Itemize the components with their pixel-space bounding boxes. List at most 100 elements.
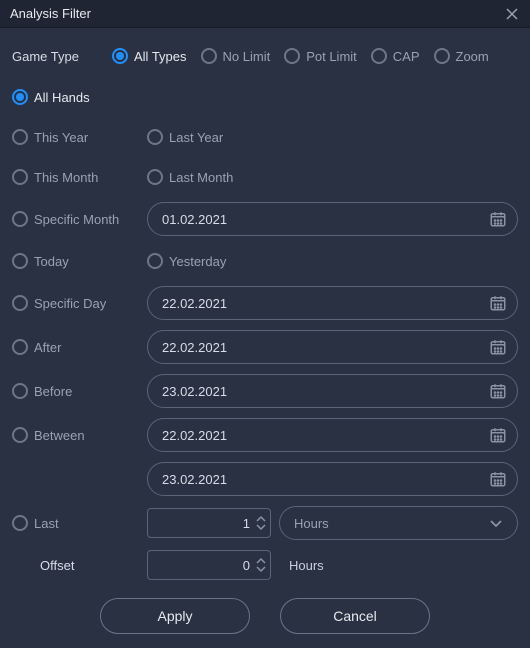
- spinner-buttons[interactable]: [256, 515, 266, 531]
- number-value: 0: [243, 558, 250, 573]
- close-button[interactable]: [502, 4, 522, 24]
- row-specific-month: Specific Month 01.02.2021: [12, 202, 518, 236]
- radio-icon: [201, 48, 217, 64]
- offset-unit-label: Hours: [289, 558, 324, 573]
- radio-icon: [12, 427, 28, 443]
- titlebar: Analysis Filter: [0, 0, 530, 28]
- calendar-icon: [489, 210, 507, 228]
- game-type-row: Game Type All Types No Limit Pot Limit C…: [12, 48, 518, 64]
- offset-input[interactable]: 0: [147, 550, 271, 580]
- last-amount-input[interactable]: 1: [147, 508, 271, 538]
- radio-label: After: [34, 340, 61, 355]
- radio-label: CAP: [393, 49, 420, 64]
- radio-icon: [284, 48, 300, 64]
- radio-icon: [434, 48, 450, 64]
- cancel-button[interactable]: Cancel: [280, 598, 430, 634]
- row-between-end: 23.02.2021: [12, 462, 518, 496]
- last-unit-select[interactable]: Hours: [279, 506, 518, 540]
- radio-icon: [147, 169, 163, 185]
- radio-icon: [12, 89, 28, 105]
- radio-label: Before: [34, 384, 72, 399]
- date-value: 22.02.2021: [162, 340, 227, 355]
- before-input[interactable]: 23.02.2021: [147, 374, 518, 408]
- radio-icon: [12, 211, 28, 227]
- calendar-icon: [489, 470, 507, 488]
- radio-last-month[interactable]: Last Month: [147, 169, 267, 185]
- radio-label: This Month: [34, 170, 98, 185]
- radio-label: Specific Month: [34, 212, 119, 227]
- radio-icon: [12, 129, 28, 145]
- radio-label: No Limit: [223, 49, 271, 64]
- chevron-up-icon: [256, 557, 266, 565]
- radio-last[interactable]: Last: [12, 515, 132, 531]
- calendar-icon: [489, 382, 507, 400]
- radio-icon: [12, 383, 28, 399]
- radio-icon: [12, 169, 28, 185]
- radio-label: Last Year: [169, 130, 223, 145]
- radio-last-year[interactable]: Last Year: [147, 129, 267, 145]
- radio-between[interactable]: Between: [12, 427, 132, 443]
- radio-specific-day[interactable]: Specific Day: [12, 295, 132, 311]
- radio-icon: [12, 339, 28, 355]
- date-value: 23.02.2021: [162, 472, 227, 487]
- specific-month-input[interactable]: 01.02.2021: [147, 202, 518, 236]
- row-year: This Year Last Year: [12, 122, 518, 152]
- specific-day-input[interactable]: 22.02.2021: [147, 286, 518, 320]
- row-today: Today Yesterday: [12, 246, 518, 276]
- offset-label: Offset: [12, 558, 147, 573]
- radio-yesterday[interactable]: Yesterday: [147, 253, 267, 269]
- radio-label: Today: [34, 254, 69, 269]
- between-end-input[interactable]: 23.02.2021: [147, 462, 518, 496]
- radio-label: All Types: [134, 49, 187, 64]
- radio-icon: [147, 129, 163, 145]
- row-last: Last 1 Hours: [12, 506, 518, 540]
- radio-icon: [12, 515, 28, 531]
- radio-after[interactable]: After: [12, 339, 132, 355]
- radio-label: This Year: [34, 130, 88, 145]
- radio-label: Between: [34, 428, 85, 443]
- radio-label: All Hands: [34, 90, 90, 105]
- radio-label: Last Month: [169, 170, 233, 185]
- calendar-icon: [489, 338, 507, 356]
- spinner-buttons[interactable]: [256, 557, 266, 573]
- radio-icon: [112, 48, 128, 64]
- radio-label: Pot Limit: [306, 49, 357, 64]
- radio-label: Last: [34, 516, 59, 531]
- radio-icon: [12, 295, 28, 311]
- date-value: 22.02.2021: [162, 428, 227, 443]
- apply-button[interactable]: Apply: [100, 598, 250, 634]
- radio-all-types[interactable]: All Types: [112, 48, 187, 64]
- radio-specific-month[interactable]: Specific Month: [12, 211, 132, 227]
- row-after: After 22.02.2021: [12, 330, 518, 364]
- between-start-input[interactable]: 22.02.2021: [147, 418, 518, 452]
- row-all-hands: All Hands: [12, 82, 518, 112]
- select-value: Hours: [294, 516, 329, 531]
- radio-all-hands[interactable]: All Hands: [12, 89, 90, 105]
- close-icon: [506, 8, 518, 20]
- date-value: 01.02.2021: [162, 212, 227, 227]
- radio-no-limit[interactable]: No Limit: [201, 48, 271, 64]
- row-specific-day: Specific Day 22.02.2021: [12, 286, 518, 320]
- row-between-start: Between 22.02.2021: [12, 418, 518, 452]
- radio-this-month[interactable]: This Month: [12, 169, 132, 185]
- row-offset: Offset 0 Hours: [12, 550, 518, 580]
- radio-label: Zoom: [456, 49, 489, 64]
- radio-icon: [12, 253, 28, 269]
- date-value: 22.02.2021: [162, 296, 227, 311]
- window-title: Analysis Filter: [10, 6, 91, 21]
- radio-zoom[interactable]: Zoom: [434, 48, 489, 64]
- button-label: Apply: [157, 608, 192, 624]
- button-label: Cancel: [333, 608, 377, 624]
- radio-cap[interactable]: CAP: [371, 48, 420, 64]
- chevron-up-icon: [256, 515, 266, 523]
- radio-before[interactable]: Before: [12, 383, 132, 399]
- radio-this-year[interactable]: This Year: [12, 129, 132, 145]
- radio-today[interactable]: Today: [12, 253, 132, 269]
- radio-icon: [147, 253, 163, 269]
- row-before: Before 23.02.2021: [12, 374, 518, 408]
- radio-pot-limit[interactable]: Pot Limit: [284, 48, 357, 64]
- after-input[interactable]: 22.02.2021: [147, 330, 518, 364]
- radio-label: Yesterday: [169, 254, 226, 269]
- radio-icon: [371, 48, 387, 64]
- chevron-down-icon: [256, 523, 266, 531]
